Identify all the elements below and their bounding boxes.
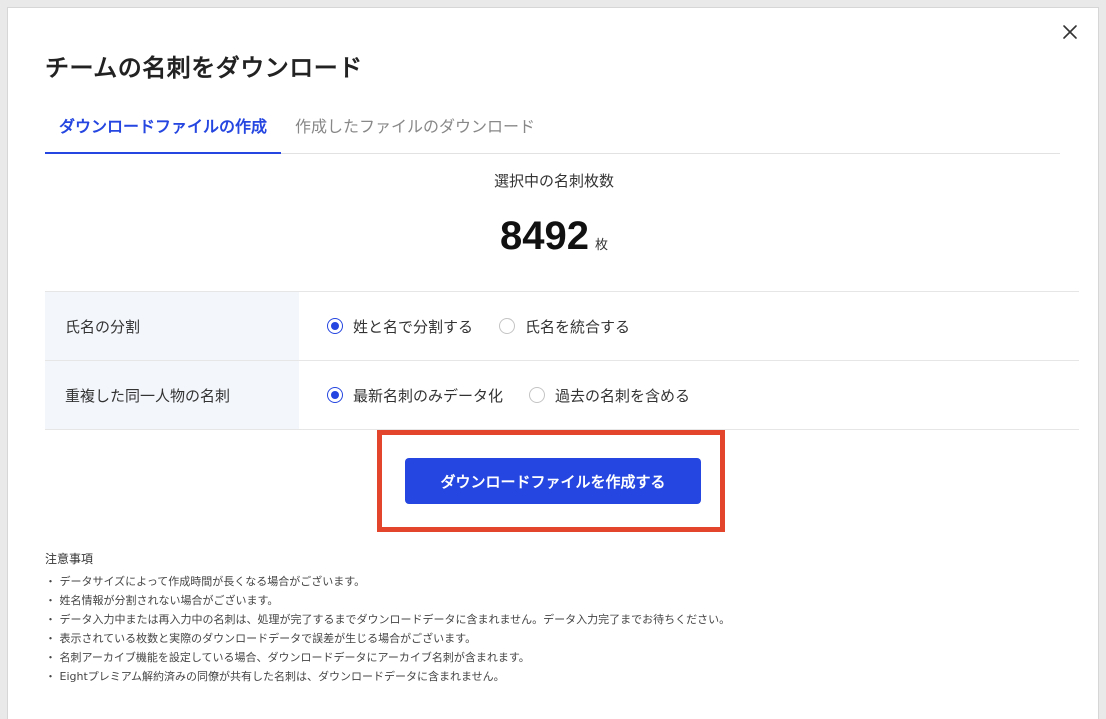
note-item: ・ 姓名情報が分割されない場合がございます。 [45,594,279,607]
close-button[interactable] [1058,20,1082,44]
tab-bar: ダウンロードファイルの作成 作成したファイルのダウンロード [45,112,1060,154]
radio-split-name[interactable]: 姓と名で分割する [327,316,473,337]
radio-selected-icon [327,387,343,403]
create-download-file-button[interactable]: ダウンロードファイルを作成する [405,458,701,504]
note-item: ・ 名刺アーカイブ機能を設定している場合、ダウンロードデータにアーカイブ名刺が含… [45,651,530,664]
radio-label: 過去の名刺を含める [555,386,691,405]
radio-label: 氏名を統合する [525,317,631,336]
tab-create-file[interactable]: ダウンロードファイルの作成 [45,112,282,154]
radio-include-past[interactable]: 過去の名刺を含める [529,385,690,406]
tab-download-created-files[interactable]: 作成したファイルのダウンロード [281,112,549,154]
selected-count-label: 選択中の名刺枚数 [493,172,614,190]
option-label-duplicates: 重複した同一人物の名刺 [45,361,299,429]
selected-count-unit: 枚 [594,238,608,253]
selected-count-value: 8492 [500,214,589,258]
option-choices-duplicates: 最新名刺のみデータ化 過去の名刺を含める [299,361,1079,429]
radio-selected-icon [327,318,343,334]
option-label-name-split: 氏名の分割 [45,292,299,360]
dialog-title: チームの名刺をダウンロード [45,54,363,82]
selected-count: 8492 枚 [8,214,1100,259]
notes-title: 注意事項 [45,552,94,566]
option-row-duplicates: 重複した同一人物の名刺 最新名刺のみデータ化 過去の名刺を含める [45,361,1079,430]
option-choices-name-split: 姓と名で分割する 氏名を統合する [299,292,1079,360]
note-item: ・ 表示されている枚数と実際のダウンロードデータで誤差が生じる場合がございます。 [45,632,477,645]
close-icon [1063,25,1077,39]
notes-section: 注意事項 ・ データサイズによって作成時間が長くなる場合がございます。 ・ 姓名… [45,550,730,686]
note-item: ・ データサイズによって作成時間が長くなる場合がございます。 [45,575,366,588]
radio-unselected-icon [499,318,516,334]
radio-merge-name[interactable]: 氏名を統合する [499,316,630,337]
download-dialog: チームの名刺をダウンロード ダウンロードファイルの作成 作成したファイルのダウン… [7,7,1099,719]
note-item: ・ データ入力中または再入力中の名刺は、処理が完了するまでダウンロードデータに含… [45,613,731,626]
radio-unselected-icon [529,387,546,403]
option-row-name-split: 氏名の分割 姓と名で分割する 氏名を統合する [45,292,1079,361]
radio-latest-only[interactable]: 最新名刺のみデータ化 [327,385,503,406]
note-item: ・ Eightプレミアム解約済みの同僚が共有した名刺は、ダウンロードデータに含ま… [45,670,505,683]
radio-label: 最新名刺のみデータ化 [353,386,504,405]
radio-label: 姓と名で分割する [353,317,474,336]
options-table: 氏名の分割 姓と名で分割する 氏名を統合する 重複した同一人物の名刺 最新名刺の… [45,291,1079,430]
